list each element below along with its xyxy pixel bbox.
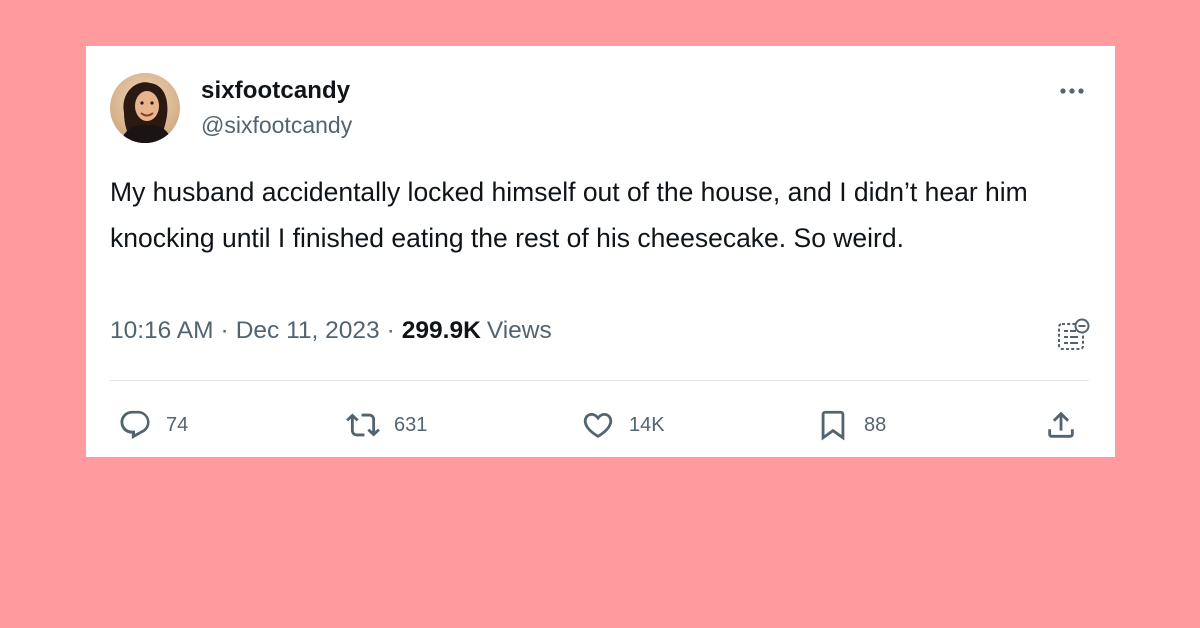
tweet-time[interactable]: 10:16 AM: [110, 317, 214, 344]
more-options-button[interactable]: [1055, 74, 1089, 108]
bookmark-icon: [821, 410, 845, 441]
community-notes-icon: [1058, 318, 1090, 350]
meta-separator: ·: [220, 317, 229, 344]
reply-icon: [120, 410, 150, 439]
reply-count: 74: [166, 413, 189, 436]
reply-button[interactable]: 74: [118, 405, 188, 445]
like-button[interactable]: 14K: [581, 405, 665, 445]
divider: [110, 380, 1089, 381]
share-icon: [1048, 411, 1074, 438]
bookmark-count: 88: [864, 413, 887, 436]
repost-icon: [346, 413, 380, 437]
views-label: Views: [486, 317, 552, 344]
heart-icon: [583, 412, 613, 438]
tweet-date[interactable]: Dec 11, 2023: [236, 317, 380, 344]
user-handle[interactable]: @sixfootcandy: [201, 112, 352, 139]
repost-count: 631: [394, 413, 428, 436]
more-horizontal-icon: [1060, 88, 1084, 94]
repost-button[interactable]: 631: [346, 405, 427, 445]
community-notes-button[interactable]: [1056, 318, 1090, 352]
bookmark-button[interactable]: 88: [816, 405, 886, 445]
avatar[interactable]: [110, 73, 180, 143]
meta-separator: ·: [386, 317, 395, 344]
views-count: 299.9K: [401, 317, 481, 344]
share-button[interactable]: [1044, 405, 1078, 445]
tweet-metadata: 10:16 AM · Dec 11, 2023 · 299.9K Views: [110, 317, 552, 345]
tweet-card: sixfootcandy @sixfootcandy My husband ac…: [86, 46, 1115, 457]
avatar-image: [110, 73, 180, 143]
tweet-text: My husband accidentally locked himself o…: [110, 177, 1028, 253]
display-name[interactable]: sixfootcandy: [201, 77, 350, 105]
like-count: 14K: [629, 413, 665, 436]
